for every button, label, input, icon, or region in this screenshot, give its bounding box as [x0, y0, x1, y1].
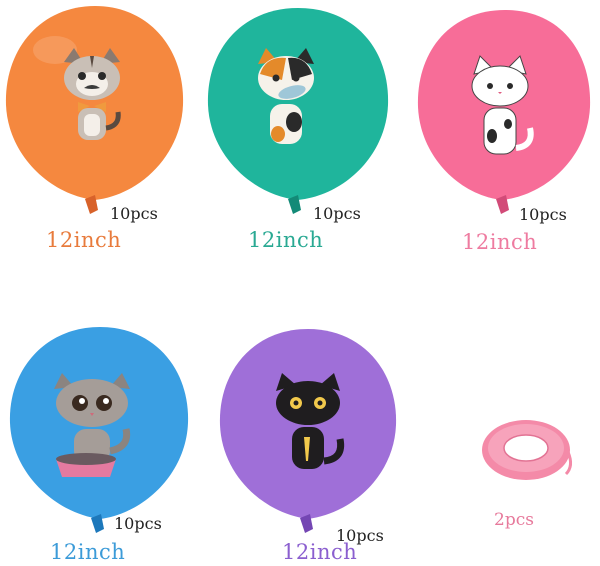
- balloon-item-orange: 10pcs 12inch: [0, 0, 200, 260]
- balloon-size: 12inch: [46, 228, 122, 252]
- balloon-item-blue: 10pcs 12inch: [0, 325, 200, 566]
- blue-balloon: [9, 327, 189, 533]
- balloon-item-teal: 10pcs 12inch: [200, 0, 410, 260]
- ribbon-count: 2pcs: [494, 510, 534, 530]
- balloon-size: 12inch: [462, 230, 538, 254]
- balloon-item-purple: 10pcs 12inch: [218, 325, 418, 566]
- balloon-count: 10pcs: [110, 204, 158, 223]
- pink-ribbon-roll-icon: [482, 420, 573, 480]
- balloon-count: 10pcs: [519, 205, 567, 224]
- balloon-size: 12inch: [282, 540, 358, 564]
- teal-balloon: [207, 8, 389, 214]
- pink-balloon: [417, 10, 591, 214]
- purple-balloon: [219, 329, 397, 533]
- balloon-size: 12inch: [50, 540, 126, 564]
- balloon-count: 10pcs: [313, 204, 361, 223]
- balloon-item-pink: 10pcs 12inch: [410, 0, 600, 260]
- balloon-count: 10pcs: [114, 514, 162, 533]
- balloon-size: 12inch: [248, 228, 324, 252]
- ribbon-item: 2pcs: [470, 410, 580, 540]
- orange-balloon: [5, 6, 184, 214]
